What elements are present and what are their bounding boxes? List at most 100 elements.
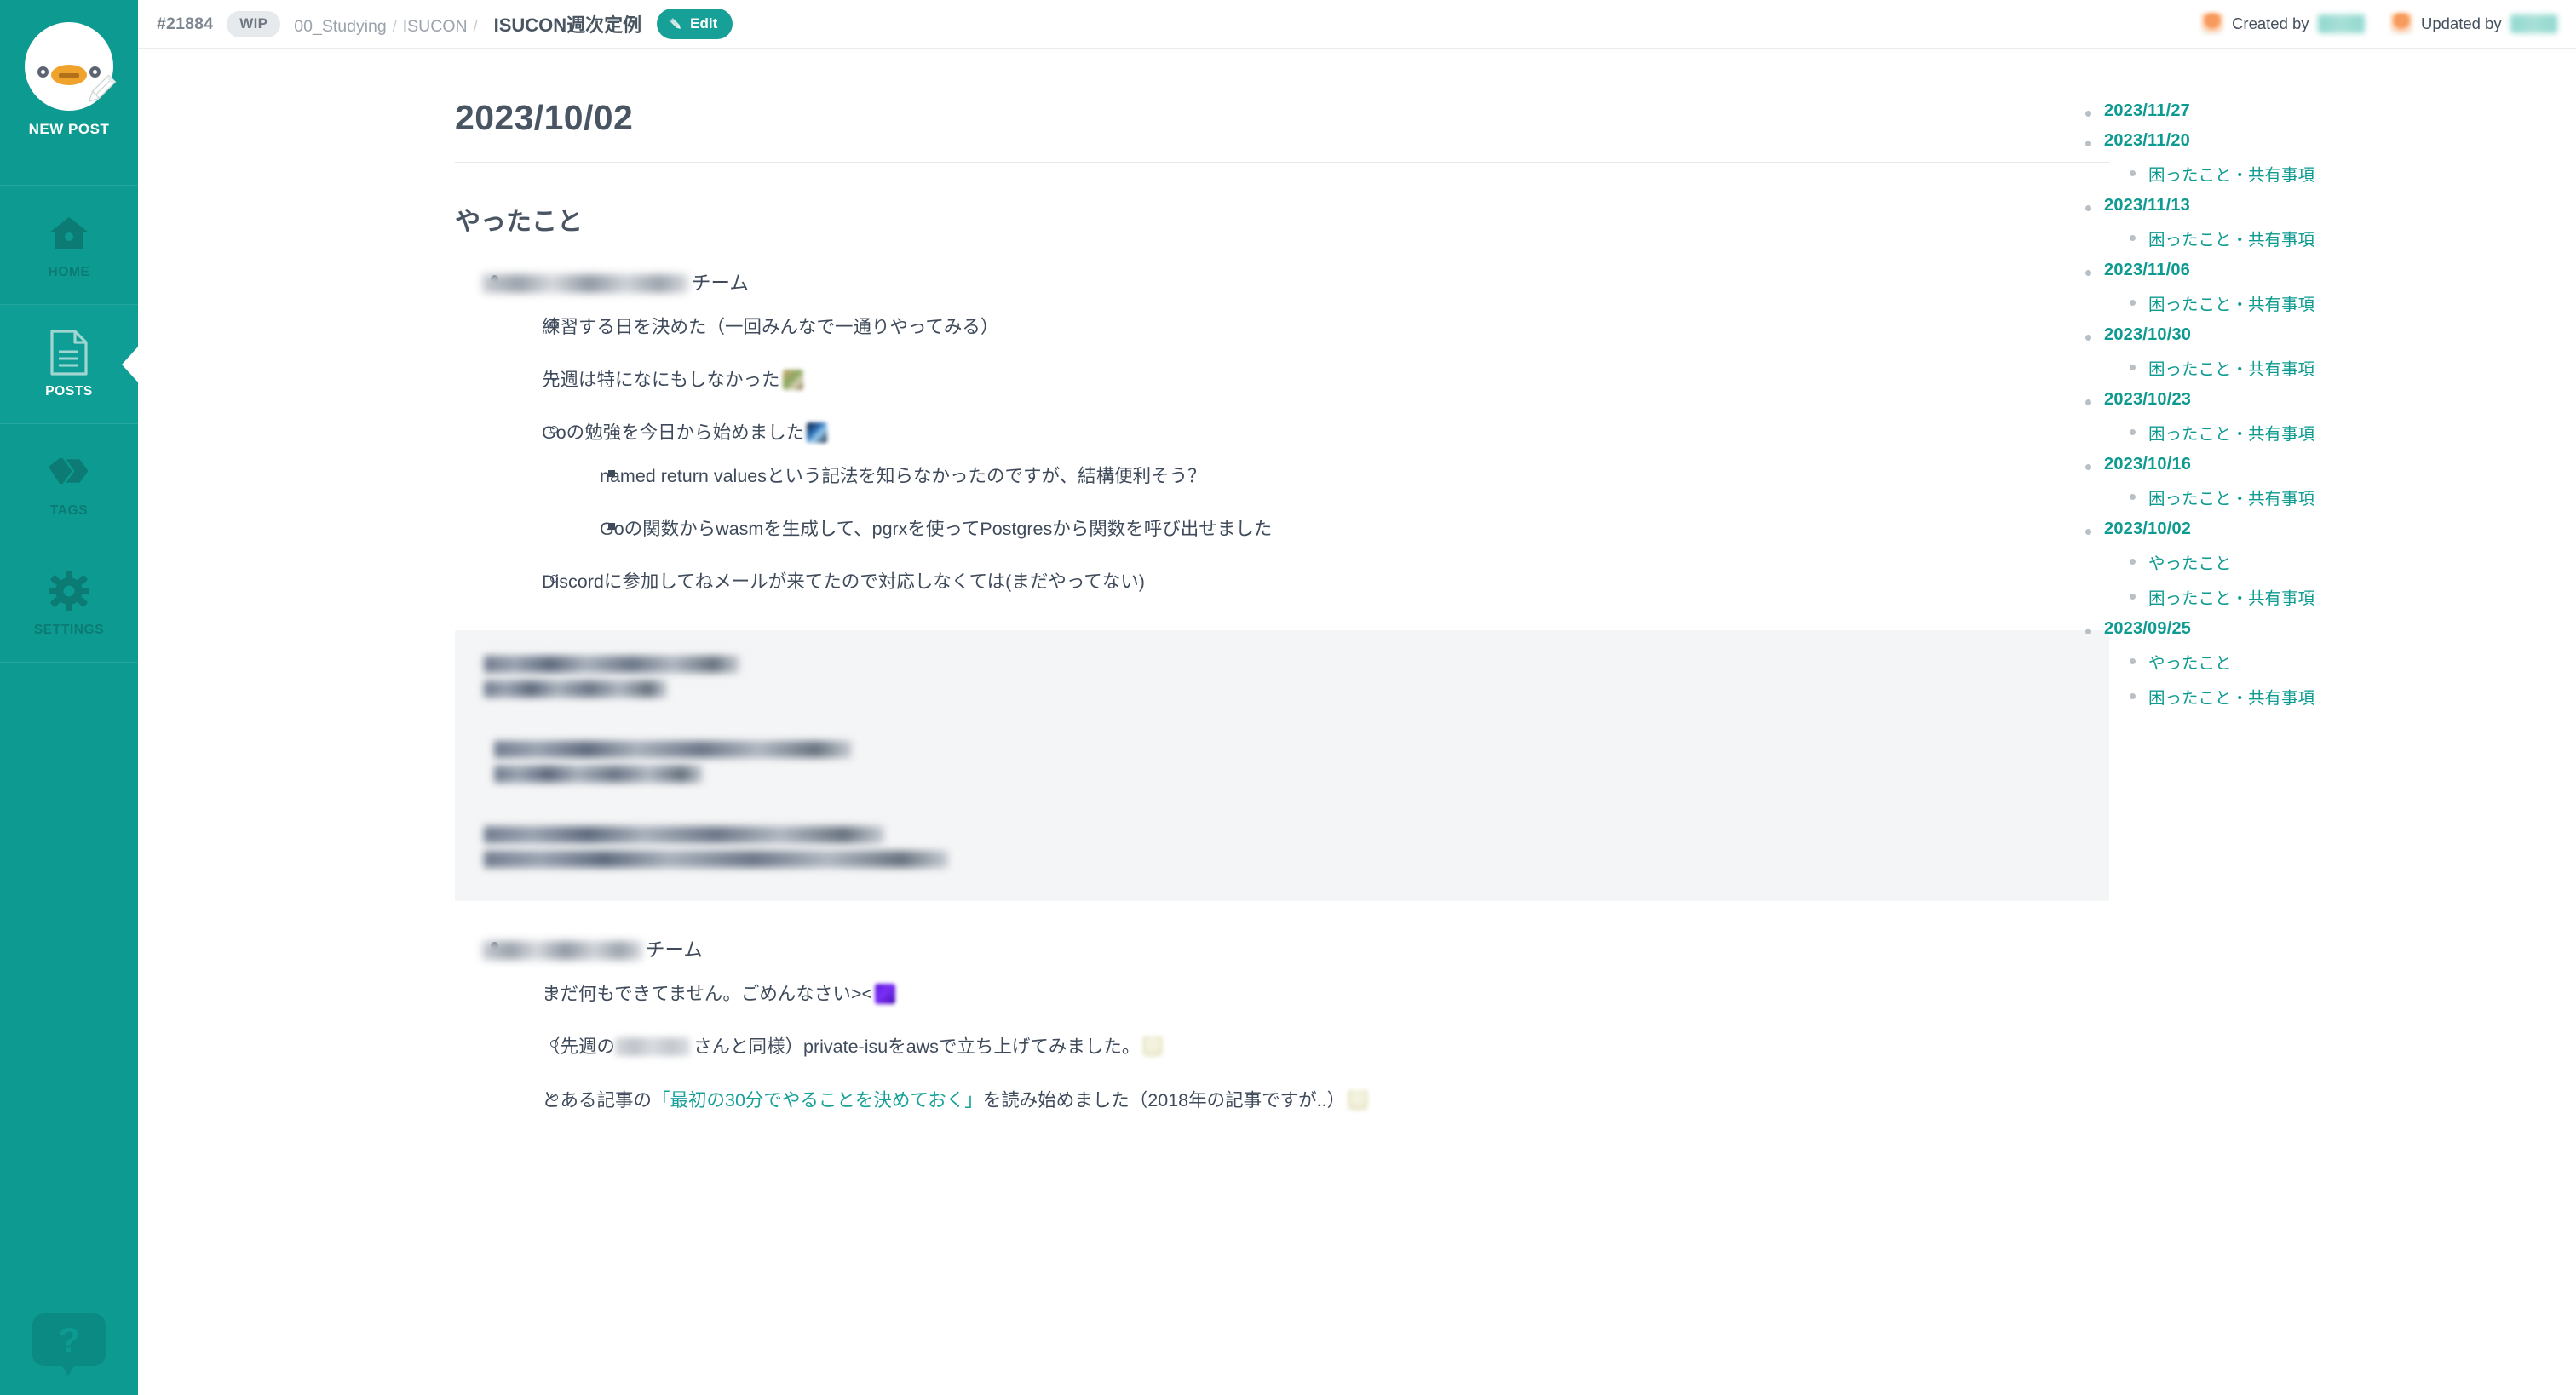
edit-button[interactable]: Edit — [657, 9, 733, 39]
team2-title-line: チーム — [482, 930, 2039, 971]
team2-item-2-prefix: とある記事の — [542, 1089, 653, 1111]
toc-sublink[interactable]: 困ったこと・共有事項 — [2148, 231, 2314, 250]
sidebar-item-posts[interactable]: POSTS — [0, 305, 138, 424]
toc-sublist: やったこと 困ったこと・共有事項 — [2104, 549, 2576, 609]
toc-subentry: 困ったこと・共有事項 — [2126, 161, 2576, 186]
toc-link[interactable]: 2023/10/02 — [2104, 520, 2191, 538]
toc-sublink[interactable]: 困ったこと・共有事項 — [2148, 166, 2314, 185]
toc-sublink[interactable]: 困ったこと・共有事項 — [2148, 490, 2314, 508]
team1-suffix: チーム — [692, 273, 749, 294]
svg-text:?: ? — [58, 1320, 80, 1360]
list-item: とある記事の 「最初の30分でやることを決めておく」 を読み始めました（2018… — [516, 1081, 2039, 1120]
toc-link[interactable]: 2023/11/13 — [2104, 196, 2190, 215]
toc-entry-0: 2023/11/27 — [2082, 101, 2576, 121]
updated-by-name[interactable] — [2510, 14, 2557, 33]
team1-sublist: 練習する日を決めた（一回みんなで一通りやってみる） 先週は特になにもしなかった — [482, 307, 2039, 602]
team2-item-2-text: を読み始めました（2018年の記事ですが..） — [982, 1089, 1346, 1111]
code-line — [494, 766, 703, 784]
wip-badge[interactable]: WIP — [227, 10, 281, 37]
sidebar-item-settings-label: SETTINGS — [33, 622, 105, 637]
team1-item-3-text: Discordに参加してねメールが来てたので対応しなくては(まだやってない) — [542, 571, 1145, 592]
body-wrap: 2023/10/02 やったこと チーム 練習する日を決めた（一回みんなで一通り… — [138, 49, 2576, 1395]
breadcrumb-separator-0: / — [392, 18, 397, 35]
team1-item-0-text: 練習する日を決めた（一回みんなで一通りやってみる） — [542, 316, 999, 337]
team1-title-line: チーム — [482, 263, 2039, 304]
toc-subentry: 困ったこと・共有事項 — [2126, 584, 2576, 609]
toc-link[interactable]: 2023/10/16 — [2104, 455, 2191, 474]
primary-sidebar: NEW POST HOME POSTS TAGS SETTINGS ? — [0, 0, 138, 1395]
team1-item-2-text: Goの勉強を今日から始めました — [542, 422, 805, 444]
help-button[interactable]: ? — [0, 1295, 138, 1395]
updated-by: Updated by — [2389, 13, 2557, 35]
list-item: チーム 練習する日を決めた（一回みんなで一通りやってみる） 先週は特になにもしな — [455, 263, 2039, 601]
breadcrumb-item-1[interactable]: ISUCON — [403, 17, 468, 37]
gopher-emoji — [807, 422, 828, 444]
breadcrumb-separator-1: / — [473, 18, 478, 35]
created-by-name[interactable] — [2317, 14, 2365, 33]
toc-sublist: 困ったこと・共有事項 — [2104, 420, 2576, 445]
code-line — [484, 680, 667, 698]
toc-sublink[interactable]: 困ったこと・共有事項 — [2148, 360, 2314, 379]
title-divider — [455, 162, 2109, 163]
toc-subentry: 困ったこと・共有事項 — [2126, 226, 2576, 250]
toc-entry-1: 2023/11/20 困ったこと・共有事項 — [2082, 131, 2576, 186]
list-item: Goの関数からwasmを生成して、pgrxを使ってPostgresから関数を呼び… — [574, 509, 2039, 548]
toc-entry-2: 2023/11/13 困ったこと・共有事項 — [2082, 196, 2576, 250]
toc-link[interactable]: 2023/11/27 — [2104, 101, 2190, 120]
purple-emoji — [875, 984, 896, 1005]
list-item: Goの勉強を今日から始めました named return valuesという記法… — [516, 413, 2039, 548]
edit-button-label: Edit — [690, 15, 718, 32]
list-item: チーム まだ何もできてません。ごめんなさい>< （先週の さんと同様）priva… — [455, 930, 2039, 1120]
toc-subentry: やったこと — [2126, 549, 2576, 574]
team2-sublist: まだ何もできてません。ごめんなさい>< （先週の さんと同様）private-i… — [482, 974, 2039, 1120]
list-item: 練習する日を決めた（一回みんなで一通りやってみる） — [516, 307, 2039, 347]
section-heading-yattakoto: やったこと — [455, 208, 583, 236]
toc-entry-6: 2023/10/16 困ったこと・共有事項 — [2082, 455, 2576, 509]
code-line — [484, 826, 884, 844]
toc-sublist: 困ったこと・共有事項 — [2104, 290, 2576, 315]
created-by-label: Created by — [2232, 14, 2309, 32]
app-root: NEW POST HOME POSTS TAGS SETTINGS ? #218… — [0, 0, 2576, 1395]
pencil-icon — [670, 17, 681, 29]
toc-subentry: やったこと — [2126, 649, 2576, 674]
toc-entry-3: 2023/11/06 困ったこと・共有事項 — [2082, 261, 2576, 315]
topbar-meta: Created by Updated by — [2201, 13, 2557, 35]
pale-emoji — [1142, 1036, 1164, 1058]
page-title: ISUCON週次定例 — [493, 14, 642, 36]
toc-sublist: 困ったこと・共有事項 — [2104, 226, 2576, 250]
toc-sublink[interactable]: 困ったこと・共有事項 — [2148, 425, 2314, 444]
new-post-button[interactable]: NEW POST — [0, 0, 138, 186]
main-pane: #21884 WIP 00_Studying / ISUCON / ISUCON… — [138, 0, 2576, 1395]
list-item: まだ何もできてません。ごめんなさい>< — [516, 974, 2039, 1013]
toc-link[interactable]: 2023/09/25 — [2104, 619, 2191, 638]
code-line — [484, 851, 948, 869]
toc-sublist: 困ったこと・共有事項 — [2104, 485, 2576, 509]
code-line — [494, 741, 852, 759]
toc-subentry: 困ったこと・共有事項 — [2126, 684, 2576, 709]
toc-subentry: 困ったこと・共有事項 — [2126, 420, 2576, 445]
gear-icon — [49, 568, 89, 614]
team2-item-0-text: まだ何もできてません。ごめんなさい>< — [542, 984, 873, 1004]
toc-sublink[interactable]: 困ったこと・共有事項 — [2148, 296, 2314, 314]
breadcrumb-item-0[interactable]: 00_Studying — [294, 17, 386, 37]
toc-link[interactable]: 2023/10/30 — [2104, 325, 2191, 344]
toc-sublink[interactable]: 困ったこと・共有事項 — [2148, 689, 2314, 708]
home-icon — [48, 210, 90, 256]
sidebar-item-settings[interactable]: SETTINGS — [0, 543, 138, 663]
toc-sublink[interactable]: やったこと — [2148, 654, 2232, 673]
toc-link[interactable]: 2023/11/06 — [2104, 261, 2190, 279]
new-post-label: NEW POST — [28, 121, 110, 137]
article-link[interactable]: 「最初の30分でやることを決めておく」 — [652, 1087, 983, 1114]
sidebar-item-posts-label: POSTS — [45, 383, 93, 399]
toc-entry-7: 2023/10/02 やったこと 困ったこと・共有事項 — [2082, 520, 2576, 609]
toc-link[interactable]: 2023/10/23 — [2104, 390, 2191, 409]
list-item: named return valuesという記法を知らなかったのですが、結構便利… — [574, 456, 2039, 496]
toc-sublink[interactable]: やったこと — [2148, 554, 2232, 573]
sidebar-item-home[interactable]: HOME — [0, 186, 138, 305]
team1-item-2-child-1: Goの関数からwasmを生成して、pgrxを使ってPostgresから関数を呼び… — [600, 518, 1273, 539]
toc-link[interactable]: 2023/11/20 — [2104, 131, 2190, 150]
toc-sublink[interactable]: 困ったこと・共有事項 — [2148, 589, 2314, 608]
toc-sublist: 困ったこと・共有事項 — [2104, 161, 2576, 186]
sidebar-item-tags[interactable]: TAGS — [0, 424, 138, 543]
